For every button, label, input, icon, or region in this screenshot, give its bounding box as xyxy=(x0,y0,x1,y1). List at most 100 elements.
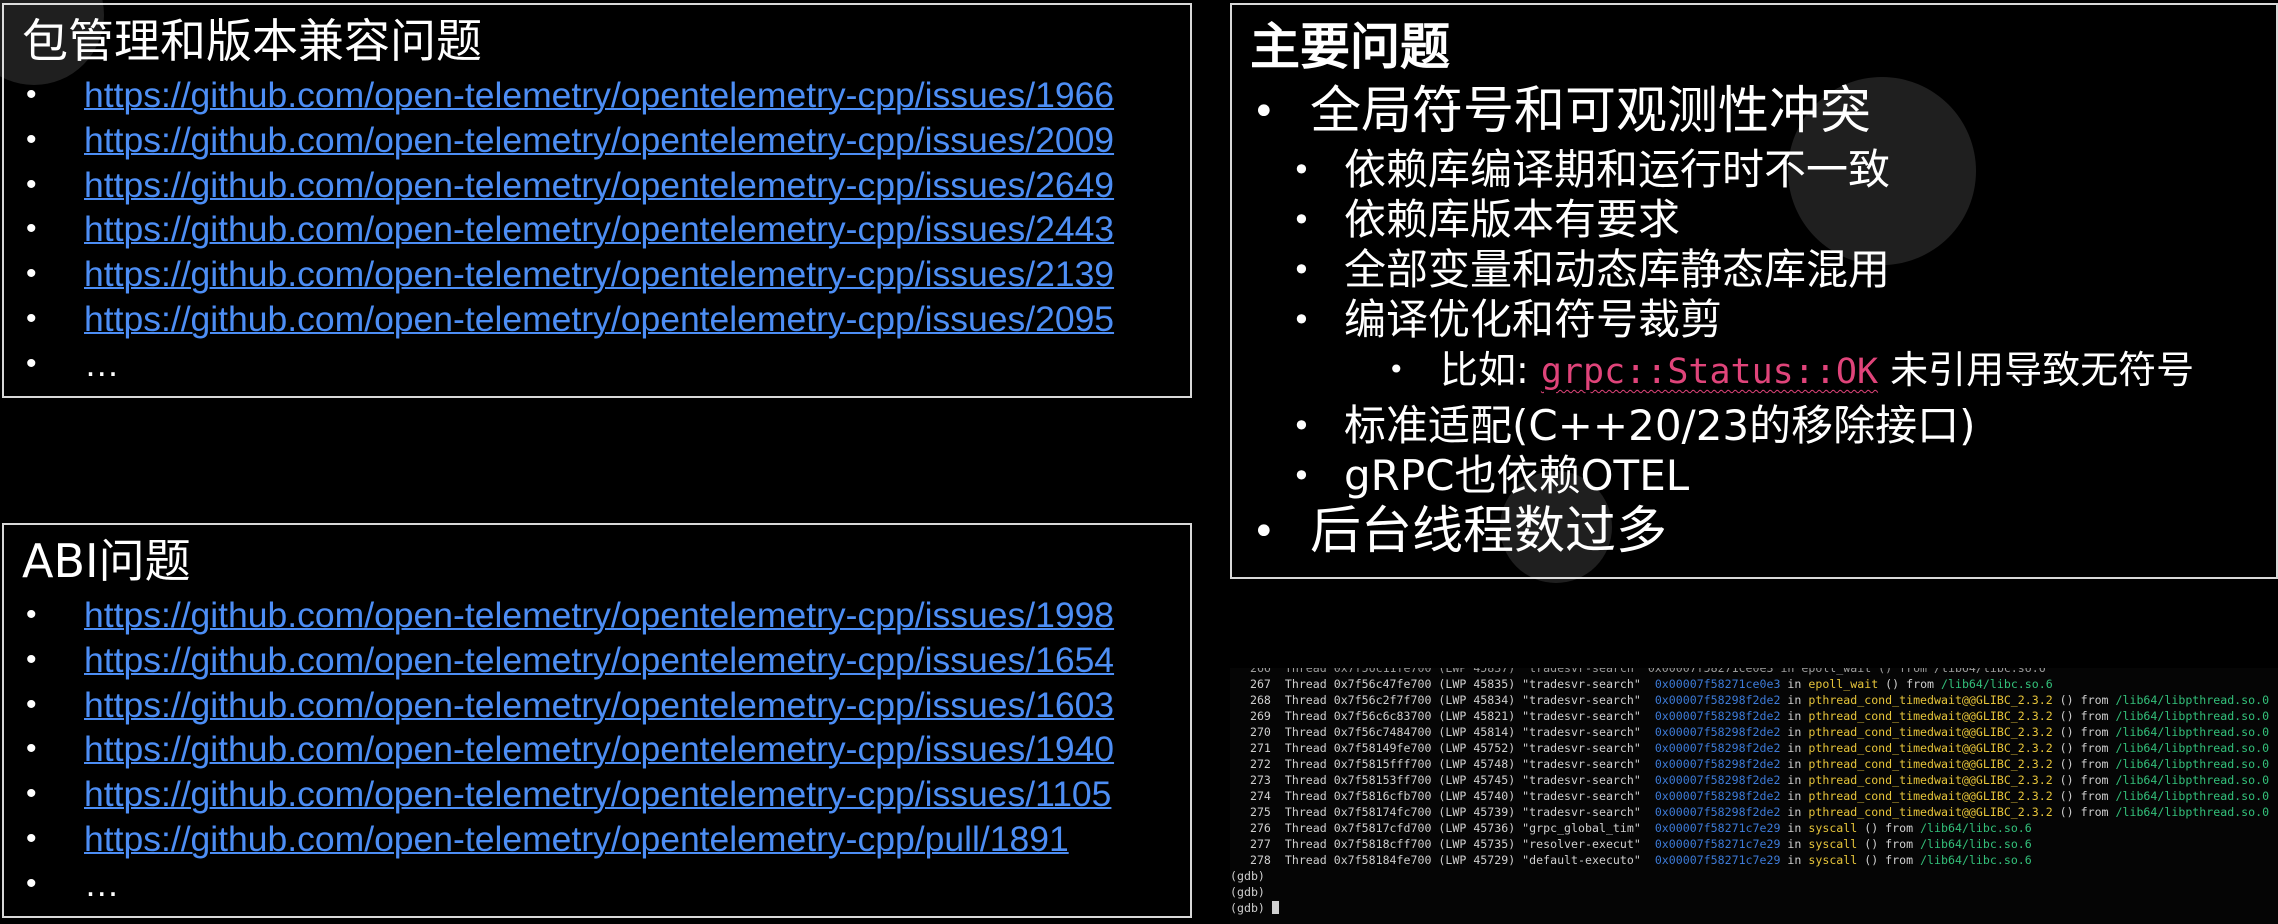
list-item: • https://github.com/open-telemetry/opent… xyxy=(4,297,1190,342)
thread-row: 273 Thread 0x7f58153ff700 (LWP 45745) "t… xyxy=(1236,772,2269,788)
in-word: in xyxy=(1780,821,1809,835)
in-word: in xyxy=(1780,773,1809,787)
library-path: /lib64/libpthread.so.0 xyxy=(2115,789,2270,803)
in-word: in xyxy=(1780,853,1809,867)
list-item: • https://github.com/open-telemetry/opent… xyxy=(4,207,1190,252)
issue-global-symbols: • 全局符号和可观测性冲突 xyxy=(1252,81,1871,143)
list-item: • https://github.com/open-telemetry/opent… xyxy=(4,727,1190,772)
library-path: /lib64/libpthread.so.0 xyxy=(2115,709,2270,723)
from-word: () from xyxy=(2052,725,2116,739)
thread-row: 276 Thread 0x7f5817cfd700 (LWP 45736) "g… xyxy=(1236,820,2032,836)
from-word: () from xyxy=(1878,677,1942,691)
panel-title: 包管理和版本兼容问题 xyxy=(22,14,482,68)
thread-info: 267 Thread 0x7f56c47fe700 (LWP 45835) "t… xyxy=(1236,677,1655,691)
bullet: • xyxy=(26,598,37,631)
gdb-prompt: (gdb) xyxy=(1230,869,1265,883)
ellipsis: … xyxy=(84,863,120,904)
issue-link-list: • https://github.com/open-telemetry/opent… xyxy=(4,73,1190,387)
in-word: in xyxy=(1780,693,1809,707)
issue-link[interactable]: https://github.com/open-telemetry/opente… xyxy=(84,683,1114,728)
issue-link[interactable]: https://github.com/open-telemetry/opente… xyxy=(84,163,1114,208)
issue-link[interactable]: https://github.com/open-telemetry/opente… xyxy=(84,593,1114,638)
from-word: () from xyxy=(2052,773,2116,787)
bullet: • xyxy=(26,777,37,811)
bullet: • xyxy=(26,78,37,111)
from-word: () from xyxy=(2052,805,2116,819)
issue-link[interactable]: https://github.com/open-telemetry/opente… xyxy=(84,73,1114,118)
issue-link[interactable]: https://github.com/open-telemetry/opente… xyxy=(84,772,1111,817)
list-item: • https://github.com/open-telemetry/opent… xyxy=(4,638,1190,683)
thread-address: 0x00007f58298f2de2 xyxy=(1654,709,1781,723)
sub-issue: • 全部变量和动态库静态库混用 xyxy=(1292,245,1891,295)
thread-address: 0x00007f58271c7e29 xyxy=(1654,821,1781,835)
bullet: • xyxy=(1292,151,1311,189)
bullet: • xyxy=(1292,301,1311,339)
issue-text: 后台线程数过多 xyxy=(1310,502,1668,561)
bullet: • xyxy=(26,212,37,246)
panel-title: ABI问题 xyxy=(22,534,191,588)
bullet: • xyxy=(26,687,37,721)
bullet: • xyxy=(1388,353,1405,386)
function-name: syscall xyxy=(1808,853,1858,867)
issue-link[interactable]: https://github.com/open-telemetry/opente… xyxy=(84,727,1114,772)
bullet: • xyxy=(1252,89,1276,135)
thread-row: 268 Thread 0x7f56c2f7f700 (LWP 45834) "t… xyxy=(1236,692,2269,708)
thread-address: 0x00007f58298f2de2 xyxy=(1654,725,1781,739)
function-name: pthread_cond_timedwait@@GLIBC_2.3.2 xyxy=(1808,741,2053,755)
thread-address: 0x00007f58298f2de2 xyxy=(1654,741,1781,755)
thread-info: 269 Thread 0x7f56c6c83700 (LWP 45821) "t… xyxy=(1236,709,1655,723)
sub-issue-text: 全部变量和动态库静态库混用 xyxy=(1344,245,1891,294)
from-word: () from xyxy=(2052,709,2116,723)
gdb-terminal[interactable]: 266 Thread 0x7f56c11fe700 (LWP 45837) "t… xyxy=(1230,668,2278,924)
in-word: in xyxy=(1780,725,1809,739)
thread-info: 277 Thread 0x7f5818cff700 (LWP 45735) "r… xyxy=(1236,837,1655,851)
thread-row: 277 Thread 0x7f5818cff700 (LWP 45735) "r… xyxy=(1236,836,2032,852)
bullet: • xyxy=(1292,457,1311,495)
in-word: in xyxy=(1780,677,1809,691)
list-item: • https://github.com/open-telemetry/opent… xyxy=(4,593,1190,638)
issue-link[interactable]: https://github.com/open-telemetry/opente… xyxy=(84,638,1114,683)
function-name: pthread_cond_timedwait@@GLIBC_2.3.2 xyxy=(1808,693,2053,707)
function-name: pthread_cond_timedwait@@GLIBC_2.3.2 xyxy=(1808,757,2053,771)
thread-address: 0x00007f58298f2de2 xyxy=(1654,805,1781,819)
ellipsis: … xyxy=(84,343,120,384)
list-item: •… xyxy=(4,342,1190,387)
bullet: • xyxy=(1292,407,1311,445)
list-item: • https://github.com/open-telemetry/opent… xyxy=(4,772,1190,817)
in-word: in xyxy=(1780,789,1809,803)
sub-issue-text: 标准适配(C++20/23的移除接口) xyxy=(1344,401,1976,450)
issue-link[interactable]: https://github.com/open-telemetry/opente… xyxy=(84,297,1114,342)
sub-issue: • 依赖库编译期和运行时不一致 xyxy=(1292,145,1891,195)
from-word: () from xyxy=(2052,789,2116,803)
sub-issue: • 标准适配(C++20/23的移除接口) xyxy=(1292,401,1976,451)
library-path: /lib64/libpthread.so.0 xyxy=(2115,773,2270,787)
sub-issue-text: 编译优化和符号裁剪 xyxy=(1344,295,1723,344)
library-path: /lib64/libpthread.so.0 xyxy=(2115,805,2270,819)
terminal-cursor xyxy=(1271,901,1279,914)
function-name: pthread_cond_timedwait@@GLIBC_2.3.2 xyxy=(1808,789,2053,803)
thread-address: 0x00007f58271c7e29 xyxy=(1654,853,1781,867)
thread-info: 268 Thread 0x7f56c2f7f700 (LWP 45834) "t… xyxy=(1236,693,1655,707)
thread-address: 0x00007f58271c7e29 xyxy=(1654,837,1781,851)
bullet: • xyxy=(26,821,37,855)
bullet: • xyxy=(26,346,37,380)
bullet: • xyxy=(26,167,37,201)
library-path: /lib64/libc.so.6 xyxy=(1920,853,2032,867)
issue-link[interactable]: https://github.com/open-telemetry/opente… xyxy=(84,817,1069,862)
thread-address: 0x00007f58298f2de2 xyxy=(1654,757,1781,771)
sub-issue: • 编译优化和符号裁剪 xyxy=(1292,295,1723,345)
terminal-partial-line: 266 Thread 0x7f56c11fe700 (LWP 45837) "t… xyxy=(1236,668,2046,675)
bullet: • xyxy=(26,301,37,335)
thread-address: 0x00007f58298f2de2 xyxy=(1654,693,1781,707)
list-item: • https://github.com/open-telemetry/opent… xyxy=(4,118,1190,163)
sub-issue-text: 依赖库版本有要求 xyxy=(1344,195,1681,244)
in-word: in xyxy=(1780,709,1809,723)
thread-address: 0x00007f58298f2de2 xyxy=(1654,789,1781,803)
in-word: in xyxy=(1780,741,1809,755)
thread-row: 269 Thread 0x7f56c6c83700 (LWP 45821) "t… xyxy=(1236,708,2269,724)
package-compat-panel: 包管理和版本兼容问题 • https://github.com/open-tele… xyxy=(0,0,1192,398)
issue-link[interactable]: https://github.com/open-telemetry/opente… xyxy=(84,252,1114,297)
issue-link[interactable]: https://github.com/open-telemetry/opente… xyxy=(84,118,1114,163)
sub-issue-text: 依赖库编译期和运行时不一致 xyxy=(1344,145,1891,194)
issue-link[interactable]: https://github.com/open-telemetry/opente… xyxy=(84,207,1114,252)
